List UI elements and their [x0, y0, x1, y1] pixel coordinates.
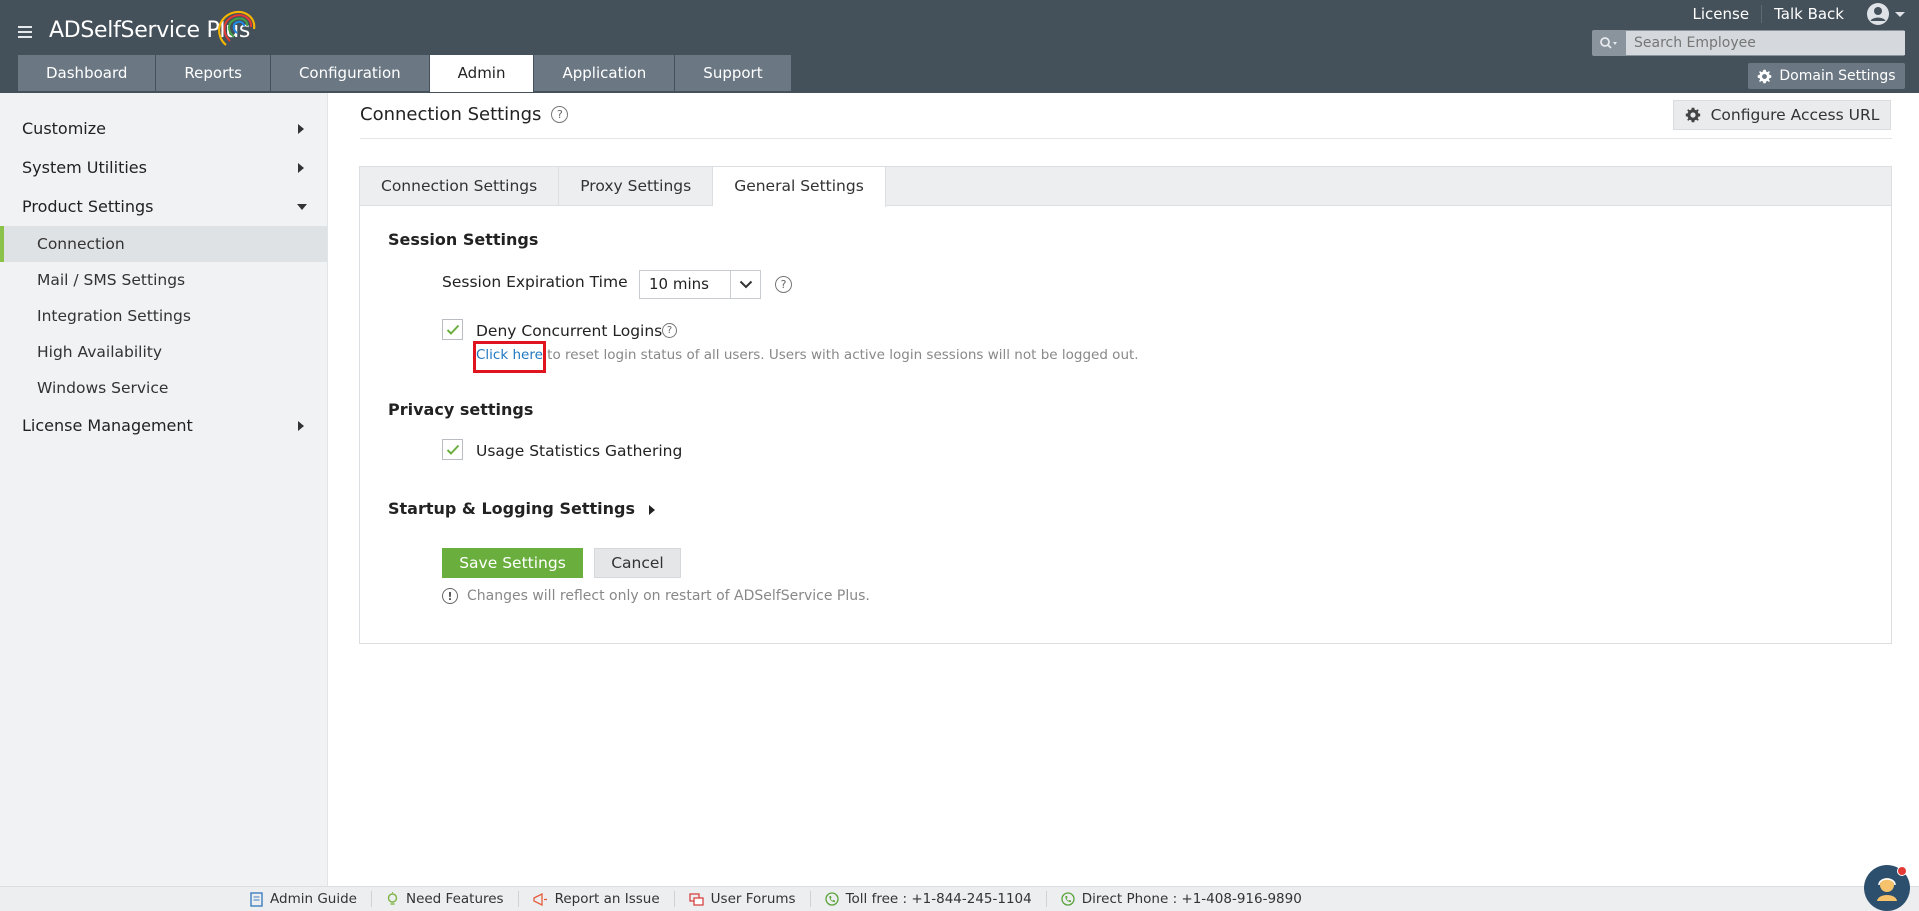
- sidebar-item-label: Customize: [22, 119, 106, 138]
- chevron-right-icon: [648, 504, 655, 515]
- app-logo-swirl-icon: [218, 10, 256, 46]
- chevron-right-icon: [298, 163, 304, 173]
- highlight-box: [473, 341, 546, 373]
- sidebar-subitem-mail-sms[interactable]: Mail / SMS Settings: [0, 262, 327, 298]
- deny-concurrent-logins-checkbox[interactable]: [442, 319, 463, 340]
- need-features-label: Need Features: [405, 891, 504, 907]
- tab-configuration[interactable]: Configuration: [270, 55, 429, 91]
- chevron-right-icon: [298, 124, 304, 134]
- configure-access-url-label: Configure Access URL: [1710, 106, 1880, 124]
- sidebar-subitem-connection[interactable]: Connection: [0, 226, 327, 262]
- sidebar-item-label: License Management: [22, 416, 193, 435]
- chevron-right-icon: [298, 421, 304, 431]
- domain-settings-button[interactable]: Domain Settings: [1748, 63, 1905, 89]
- startup-logging-toggle[interactable]: Startup & Logging Settings: [388, 499, 655, 518]
- license-link[interactable]: License: [1681, 5, 1763, 23]
- hamburger-menu-icon[interactable]: [18, 26, 32, 38]
- chevron-down-icon: [730, 271, 760, 298]
- deny-concurrent-logins-label: Deny Concurrent Logins: [476, 322, 663, 340]
- startup-logging-heading: Startup & Logging Settings: [388, 499, 635, 518]
- sidebar: Customize System Utilities Product Setti…: [0, 93, 328, 886]
- gear-icon: [1758, 69, 1772, 83]
- help-icon[interactable]: ?: [662, 323, 677, 338]
- restart-note-text: Changes will reflect only on restart of …: [467, 588, 870, 604]
- main-nav: Dashboard Reports Configuration Admin Ap…: [18, 55, 792, 92]
- tab-support[interactable]: Support: [675, 55, 791, 91]
- tab-application[interactable]: Application: [534, 55, 675, 91]
- divider: [360, 138, 1892, 139]
- sidebar-item-customize[interactable]: Customize: [0, 109, 327, 148]
- sidebar-subitem-integration[interactable]: Integration Settings: [0, 298, 327, 334]
- sidebar-item-license-management[interactable]: License Management: [0, 406, 327, 445]
- user-forums-link[interactable]: User Forums: [675, 891, 811, 907]
- user-menu[interactable]: [1856, 2, 1919, 26]
- user-avatar-icon: [1867, 3, 1889, 25]
- sidebar-item-product-settings[interactable]: Product Settings: [0, 187, 327, 226]
- chevron-down-icon: [1895, 11, 1905, 17]
- session-expiration-label: Session Expiration Time: [442, 273, 628, 291]
- info-icon: !: [442, 588, 458, 604]
- phone-icon: [1061, 892, 1075, 906]
- talk-back-link[interactable]: Talk Back: [1762, 5, 1856, 23]
- settings-tabs: Connection Settings Proxy Settings Gener…: [360, 167, 1891, 207]
- usage-statistics-label: Usage Statistics Gathering: [476, 442, 683, 460]
- notification-dot: [1897, 866, 1907, 876]
- page-title-text: Connection Settings: [360, 104, 542, 125]
- sidebar-item-system-utilities[interactable]: System Utilities: [0, 148, 327, 187]
- configure-access-url-button[interactable]: Configure Access URL: [1673, 100, 1891, 130]
- privacy-settings-heading: Privacy settings: [388, 400, 534, 419]
- checkmark-icon: [446, 324, 459, 335]
- restart-note: ! Changes will reflect only on restart o…: [442, 588, 870, 604]
- sidebar-item-label: Product Settings: [22, 197, 154, 216]
- megaphone-icon: [532, 892, 547, 906]
- direct-phone-info: Direct Phone : +1-408-916-9890: [1047, 891, 1316, 907]
- search-icon[interactable]: [1592, 30, 1626, 56]
- session-expiration-select[interactable]: 10 mins: [639, 270, 761, 299]
- checkmark-icon: [446, 444, 459, 455]
- direct-phone-label: Direct Phone : +1-408-916-9890: [1081, 891, 1302, 907]
- lightbulb-icon: [387, 891, 398, 905]
- tab-proxy-settings[interactable]: Proxy Settings: [559, 167, 714, 206]
- report-issue-link[interactable]: Report an Issue: [519, 891, 675, 907]
- save-settings-button[interactable]: Save Settings: [442, 548, 583, 578]
- admin-guide-link[interactable]: Admin Guide: [236, 891, 372, 907]
- tab-connection-settings[interactable]: Connection Settings: [360, 167, 560, 206]
- session-settings-heading: Session Settings: [388, 230, 539, 249]
- tab-general-settings[interactable]: General Settings: [713, 167, 886, 207]
- page-title: Connection Settings ?: [360, 104, 569, 125]
- session-expiration-value: 10 mins: [649, 275, 709, 293]
- app-header: ADSelfService Plus License Talk Back Sea…: [0, 0, 1919, 93]
- user-forums-label: User Forums: [710, 891, 796, 907]
- search-input[interactable]: [1626, 31, 1905, 55]
- domain-settings-label: Domain Settings: [1779, 68, 1896, 84]
- need-features-link[interactable]: Need Features: [372, 891, 519, 907]
- top-links: License Talk Back: [1681, 2, 1919, 26]
- reset-login-hint: Click here to reset login status of all …: [476, 347, 1139, 363]
- tab-admin[interactable]: Admin: [429, 55, 534, 92]
- chevron-down-icon: [297, 204, 307, 210]
- report-issue-label: Report an Issue: [554, 891, 660, 907]
- reset-login-text: to reset login status of all users. User…: [542, 347, 1139, 363]
- tab-reports[interactable]: Reports: [156, 55, 270, 91]
- sidebar-subitem-windows-service[interactable]: Windows Service: [0, 370, 327, 406]
- help-icon[interactable]: ?: [551, 106, 569, 123]
- sidebar-item-label: System Utilities: [22, 158, 147, 177]
- help-icon[interactable]: ?: [775, 276, 792, 293]
- gear-icon: [1685, 107, 1700, 123]
- phone-icon: [824, 892, 839, 906]
- cancel-button[interactable]: Cancel: [594, 548, 681, 578]
- toll-free-info: Toll free : +1-844-245-1104: [811, 891, 1047, 907]
- employee-search: [1592, 30, 1905, 56]
- footer: Admin Guide Need Features Report an Issu…: [0, 886, 1919, 911]
- tab-dashboard[interactable]: Dashboard: [18, 55, 156, 91]
- settings-panel: Connection Settings Proxy Settings Gener…: [359, 166, 1892, 644]
- admin-guide-label: Admin Guide: [270, 891, 357, 907]
- forum-icon: [689, 892, 704, 906]
- book-icon: [250, 891, 263, 907]
- sidebar-subitem-high-availability[interactable]: High Availability: [0, 334, 327, 370]
- toll-free-label: Toll free : +1-844-245-1104: [845, 891, 1032, 907]
- usage-statistics-checkbox[interactable]: [442, 439, 463, 460]
- chat-assistant-icon: [1877, 878, 1897, 901]
